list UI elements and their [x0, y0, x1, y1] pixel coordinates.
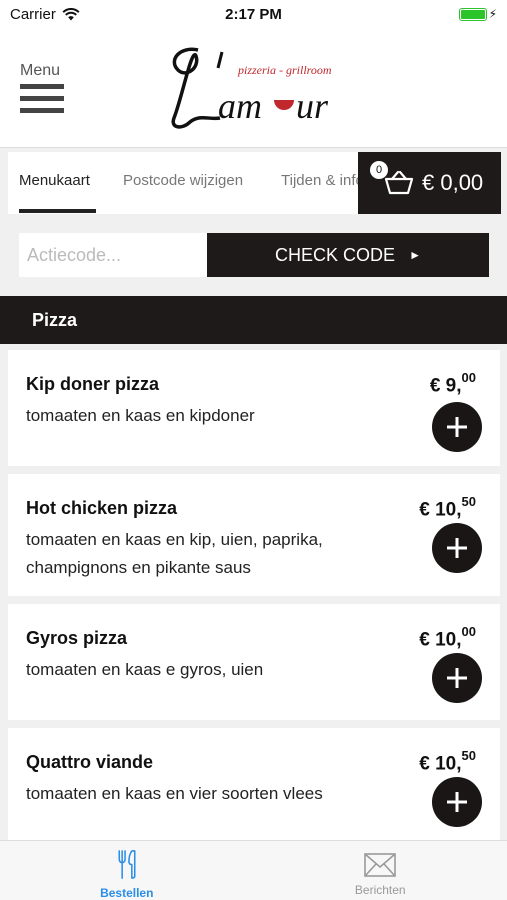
product-name: Gyros pizza	[26, 628, 128, 648]
product-card[interactable]: Hot chicken pizza tomaaten en kaas en ki…	[8, 474, 500, 596]
bottom-tab-bar: Bestellen Berichten	[0, 840, 507, 900]
add-to-cart-button[interactable]	[432, 777, 482, 827]
product-card[interactable]: Quattro viande tomaaten en kaas en vier …	[8, 728, 500, 840]
category-header: Pizza	[0, 296, 507, 344]
menu-button[interactable]: Menu	[20, 62, 70, 122]
svg-text:pizzeria - grillroom: pizzeria - grillroom	[237, 63, 332, 77]
product-name: Quattro viande	[26, 752, 154, 772]
cart-total: € 0,00	[422, 170, 484, 195]
hamburger-icon	[20, 84, 70, 113]
product-description: tomaaten en kaas e gyros, uien	[26, 660, 264, 679]
product-price: € 9,00	[429, 370, 476, 397]
tab-bestellen[interactable]: Bestellen	[0, 841, 254, 900]
check-code-label: CHECK CODE	[275, 244, 396, 265]
product-price: € 10,50	[419, 494, 476, 521]
promo-code-input[interactable]	[19, 233, 207, 277]
product-description: tomaaten en kaas en vier soorten vlees	[26, 784, 323, 803]
add-to-cart-button[interactable]	[432, 402, 482, 452]
category-title: Pizza	[32, 309, 78, 330]
product-name: Hot chicken pizza	[26, 498, 178, 518]
product-price: € 10,50	[419, 748, 476, 775]
svg-text:ur: ur	[296, 86, 329, 126]
play-arrow-icon: ►	[409, 248, 421, 262]
tab-postcode-wijzigen[interactable]: Postcode wijzigen	[123, 172, 243, 189]
status-bar: Carrier 2:17 PM ⚡	[0, 0, 507, 28]
active-tab-indicator	[19, 209, 96, 213]
category-tabs: Menukaart Postcode wijzigen Tijden & inf…	[8, 152, 358, 214]
product-price: € 10,00	[419, 624, 476, 651]
check-code-button[interactable]: CHECK CODE ►	[207, 233, 489, 277]
tab-tijden-info[interactable]: Tijden & info	[281, 172, 358, 189]
tab-berichten-label: Berichten	[354, 883, 406, 897]
tab-menukaart[interactable]: Menukaart	[19, 172, 90, 189]
product-description: tomaaten en kaas en kip, uien, paprika, …	[26, 530, 323, 577]
plus-icon	[447, 792, 467, 812]
carrier-label: Carrier	[10, 5, 56, 23]
add-to-cart-button[interactable]	[432, 653, 482, 703]
wifi-icon	[62, 7, 80, 20]
charging-bolt-icon: ⚡	[488, 7, 497, 21]
svg-text:am: am	[218, 86, 262, 126]
basket-icon: 0	[370, 161, 416, 197]
product-name: Kip doner pizza	[26, 374, 160, 394]
status-left: Carrier	[10, 6, 80, 23]
menu-label: Menu	[20, 62, 61, 79]
battery-icon: ⚡	[458, 7, 497, 21]
plus-icon	[447, 417, 467, 437]
plus-icon	[447, 668, 467, 688]
product-card[interactable]: Kip doner pizza tomaaten en kaas en kipd…	[8, 350, 500, 466]
cart-button[interactable]: 0 € 0,00	[358, 152, 501, 214]
tab-bestellen-label: Bestellen	[100, 886, 154, 900]
product-description: tomaaten en kaas en kipdoner	[26, 406, 255, 425]
cart-count-badge: 0	[370, 161, 388, 179]
tab-berichten[interactable]: Berichten	[254, 841, 507, 900]
add-to-cart-button[interactable]	[432, 523, 482, 573]
product-list: Kip doner pizza tomaaten en kaas en kipd…	[8, 350, 500, 840]
product-card[interactable]: Gyros pizza tomaaten en kaas e gyros, ui…	[8, 604, 500, 720]
fork-knife-icon	[118, 850, 136, 879]
app-header: Menu pizzeria - grillroom am ur	[0, 28, 507, 148]
lamour-logo: pizzeria - grillroom am ur	[171, 47, 332, 129]
plus-icon	[447, 538, 467, 558]
envelope-icon	[364, 853, 397, 877]
